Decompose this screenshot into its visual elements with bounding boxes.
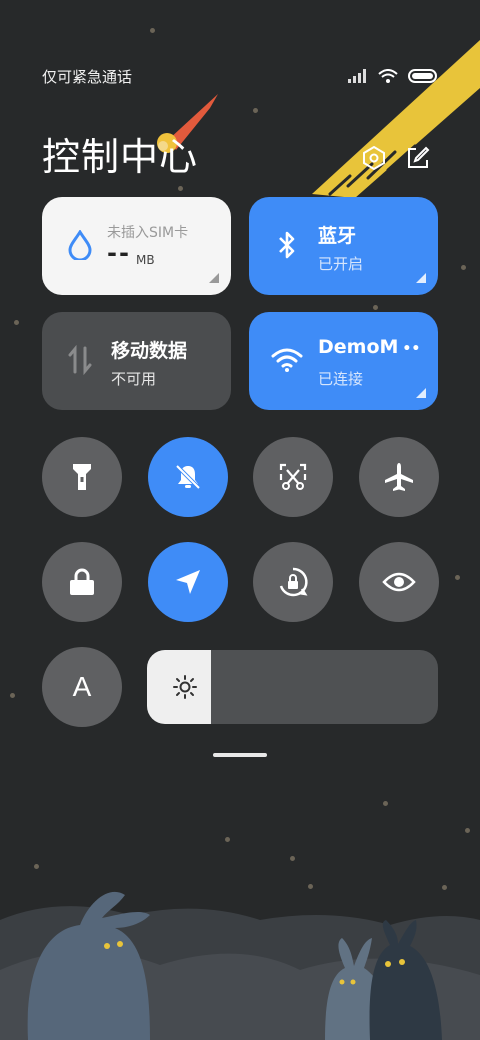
eye-icon (382, 572, 416, 592)
rotation-lock-icon (279, 567, 308, 597)
header-actions (362, 146, 430, 170)
mobile-data-status: 不可用 (111, 370, 157, 388)
battery-icon (408, 69, 437, 83)
rotation-lock-toggle[interactable] (253, 542, 333, 622)
flashlight-icon (73, 464, 91, 490)
airplane-icon (385, 463, 413, 491)
mute-toggle[interactable] (148, 437, 228, 517)
signal-icon (348, 69, 366, 83)
mobile-data-card[interactable]: 移动数据 不可用 (42, 312, 231, 410)
mute-bell-icon (175, 464, 201, 490)
expand-corner-icon (416, 388, 426, 398)
data-usage-card[interactable]: 未插入SIM卡 -- MB (42, 197, 231, 295)
bluetooth-status: 已开启 (318, 255, 364, 273)
bluetooth-label: 蓝牙 (318, 225, 357, 247)
screenshot-toggle[interactable] (253, 437, 333, 517)
edit-icon[interactable] (406, 146, 430, 170)
wifi-card[interactable]: DemoM •• 已连接 (249, 312, 438, 410)
status-icons (348, 66, 438, 86)
screenshot-icon (279, 463, 307, 490)
location-icon (176, 570, 200, 594)
lock-screen-toggle[interactable] (42, 542, 122, 622)
wifi-icon (271, 344, 303, 376)
water-drop-icon (64, 229, 96, 261)
flashlight-toggle[interactable] (42, 437, 122, 517)
page-title: 控制中心 (42, 135, 199, 179)
reading-mode-toggle[interactable] (359, 542, 439, 622)
brightness-slider[interactable] (147, 650, 438, 724)
wifi-network-name: DemoM (318, 336, 399, 358)
carrier-status-text: 仅可紧急通话 (42, 68, 133, 86)
expand-corner-icon (416, 273, 426, 283)
bluetooth-icon (271, 229, 303, 261)
sun-icon (173, 675, 197, 699)
ellipsis-icon: •• (402, 341, 421, 357)
wifi-network-label: DemoM •• (318, 336, 420, 358)
settings-icon[interactable] (362, 146, 386, 170)
location-toggle[interactable] (148, 542, 228, 622)
monster-illustration (0, 891, 480, 1040)
lock-icon (70, 568, 94, 595)
expand-corner-icon (209, 273, 219, 283)
font-a-icon: A (72, 671, 92, 702)
airplane-toggle[interactable] (359, 437, 439, 517)
bluetooth-card[interactable]: 蓝牙 已开启 (249, 197, 438, 295)
data-transfer-icon (64, 344, 96, 376)
wifi-status: 已连接 (318, 370, 364, 388)
font-size-toggle[interactable]: A (42, 647, 122, 727)
mobile-data-label: 移动数据 (111, 340, 188, 362)
data-usage-value: -- (107, 239, 131, 267)
wifi-icon (378, 69, 398, 83)
data-usage-unit: MB (136, 253, 155, 267)
drag-handle[interactable] (213, 753, 267, 757)
